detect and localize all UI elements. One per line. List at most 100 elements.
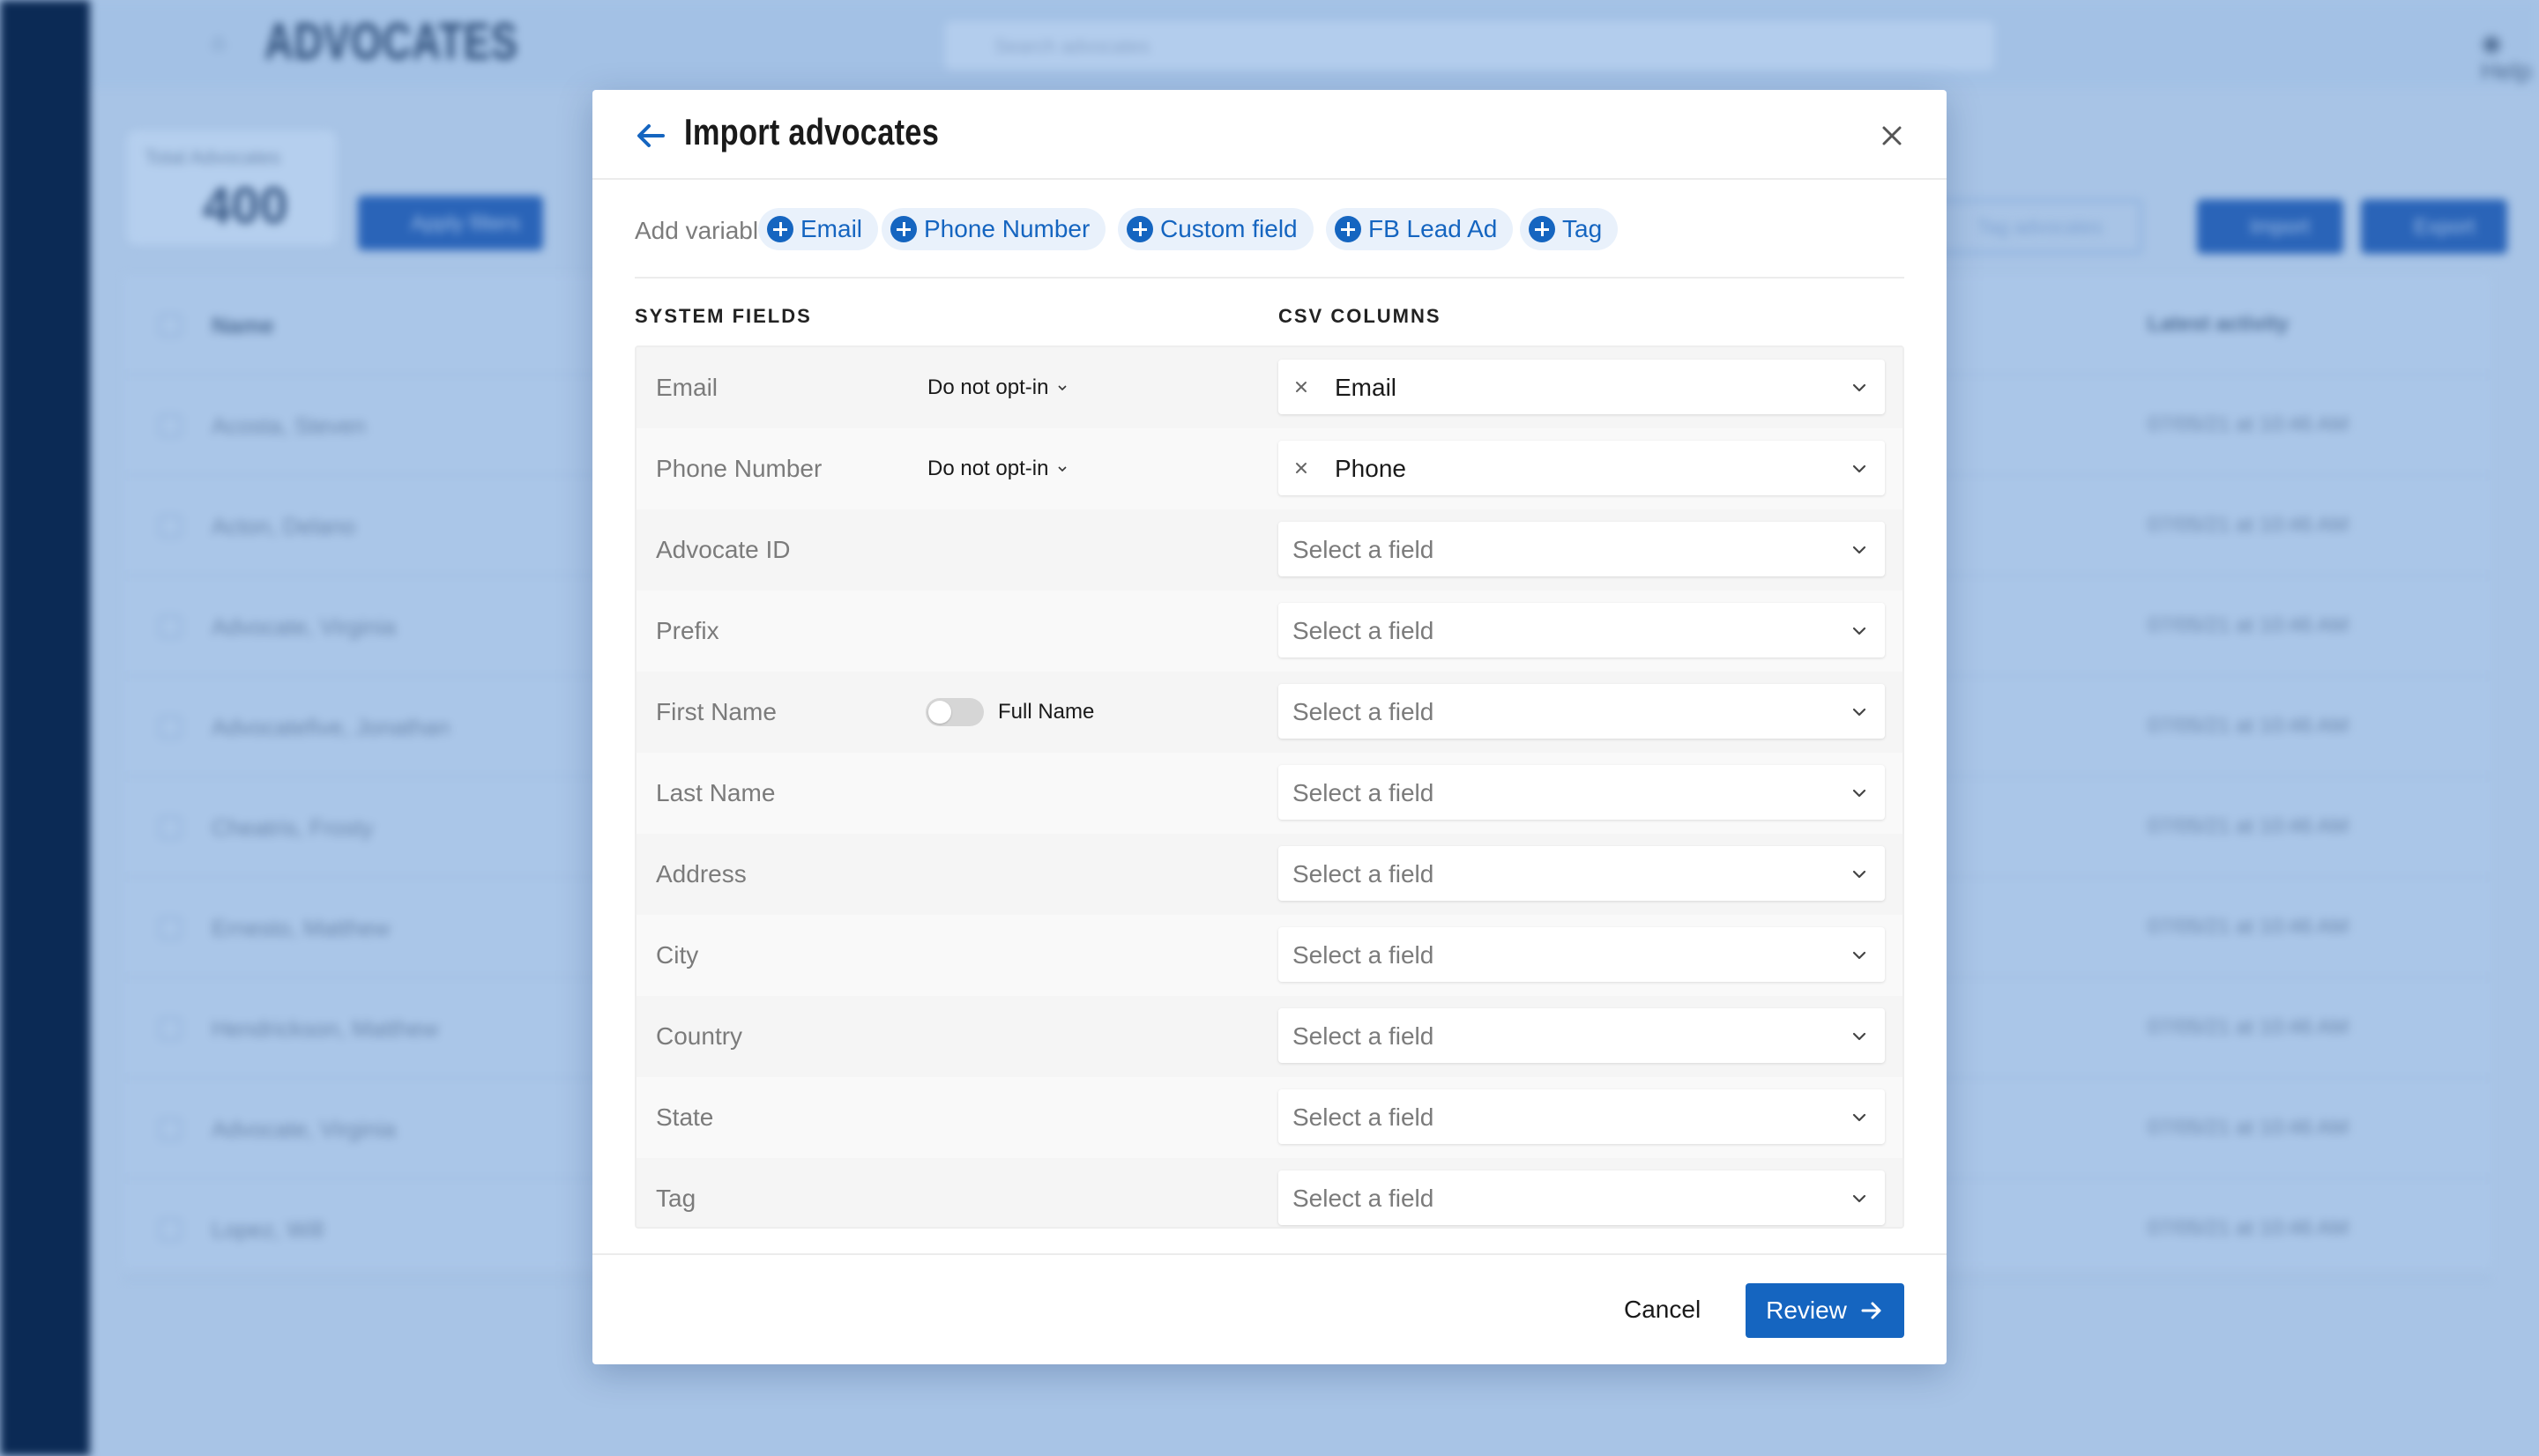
add-custom-field-chip[interactable]: Custom field (1118, 208, 1314, 250)
field-row-last-name: Last Name Select a field (637, 753, 1902, 834)
chevron-down-icon (1058, 466, 1067, 472)
system-field-name: Address (656, 860, 747, 888)
stat-label: Total Advocates (145, 146, 281, 168)
optin-dropdown[interactable]: Do not opt-in (927, 457, 1068, 481)
select-placeholder: Select a field (1292, 1022, 1434, 1050)
latest-activity: 07/05/21 at 10:46 AM (2148, 613, 2349, 637)
csv-column-select[interactable]: Select a field (1278, 684, 1885, 739)
back-arrow-icon[interactable] (631, 116, 670, 155)
select-placeholder: Select a field (1292, 617, 1434, 644)
csv-column-select[interactable]: Select a field (1278, 927, 1885, 982)
add-tag-chip[interactable]: Tag (1520, 208, 1619, 250)
csv-column-select[interactable]: Select a field (1278, 1170, 1885, 1225)
cancel-button[interactable]: Cancel (1624, 1296, 1701, 1324)
close-icon[interactable] (1878, 122, 1906, 150)
field-row-first-name: First Name Full Name Select a field (637, 672, 1902, 753)
chevron-down-icon (1851, 1191, 1867, 1207)
select-placeholder: Select a field (1292, 1103, 1434, 1131)
field-row-prefix: Prefix Select a field (637, 591, 1902, 672)
chevron-down-icon (1851, 785, 1867, 801)
system-field-name: Advocate ID (656, 536, 791, 563)
field-row-country: Country Select a field (637, 996, 1902, 1077)
search-bar: Search advocates (945, 21, 1994, 71)
csv-column-select[interactable]: Select a field (1278, 1008, 1885, 1063)
full-name-label: Full Name (998, 700, 1095, 724)
export-button: Export (2361, 199, 2507, 254)
sidebar (0, 0, 90, 1456)
apply-filters-label: Apply filters (411, 212, 521, 235)
help-label: Help (2481, 57, 2532, 85)
plus-circle-icon (1127, 216, 1153, 242)
chip-label: Tag (1562, 215, 1603, 242)
chevron-down-icon (1851, 704, 1867, 720)
row-checkbox (159, 1017, 182, 1040)
latest-activity: 07/05/21 at 10:46 AM (2148, 814, 2349, 838)
divider (635, 277, 1904, 279)
plus-circle-icon (767, 216, 793, 242)
add-email-chip[interactable]: Email (758, 208, 879, 250)
latest-activity: 07/05/21 at 10:46 AM (2148, 412, 2349, 436)
advocate-name: Cheatris, Frosty (212, 814, 374, 841)
advocate-name: Ernesto, Matthew (212, 915, 391, 941)
csv-column-select[interactable]: Email (1278, 360, 1885, 414)
clear-icon[interactable] (1291, 376, 1312, 397)
chip-label: Email (800, 215, 863, 242)
field-row-advocate-id: Advocate ID Select a field (637, 509, 1902, 591)
csv-column-select[interactable]: Select a field (1278, 603, 1885, 657)
row-checkbox (159, 917, 182, 940)
add-phone-number-chip[interactable]: Phone Number (882, 208, 1106, 250)
system-field-name: Tag (656, 1185, 696, 1212)
chevron-down-icon (1851, 461, 1867, 477)
system-field-name: Phone Number (656, 455, 823, 482)
advocate-name: Advocate, Virginia (212, 613, 397, 640)
latest-activity-header: Latest activity (2148, 312, 2290, 336)
chevron-down-icon (1058, 385, 1067, 391)
review-button[interactable]: Review (1746, 1283, 1904, 1338)
field-row-email: Email Do not opt-in Email (637, 347, 1902, 428)
export-label: Export (2414, 215, 2476, 239)
advocate-name: Lopez, Will (212, 1216, 324, 1243)
plus-circle-icon (890, 216, 917, 242)
advocate-name: Hendrickson, Matthew (212, 1015, 439, 1042)
system-field-name: Country (656, 1022, 743, 1050)
optin-dropdown[interactable]: Do not opt-in (927, 375, 1068, 400)
clear-icon[interactable] (1291, 457, 1312, 479)
chevron-down-icon (1851, 1029, 1867, 1044)
latest-activity: 07/05/21 at 10:46 AM (2148, 915, 2349, 939)
system-field-name: Last Name (656, 779, 776, 806)
row-checkbox (159, 1118, 182, 1140)
add-fb-lead-ad-chip[interactable]: FB Lead Ad (1326, 208, 1514, 250)
field-row-city: City Select a field (637, 915, 1902, 996)
csv-column-select[interactable]: Select a field (1278, 1089, 1885, 1144)
system-fields-header: SYSTEM FIELDS (635, 305, 812, 327)
latest-activity: 07/05/21 at 10:46 AM (2148, 1015, 2349, 1039)
apply-filters-button: Apply filters (358, 196, 543, 250)
row-checkbox (159, 716, 182, 739)
field-row-state: State Select a field (637, 1077, 1902, 1158)
chevron-down-icon (1851, 542, 1867, 558)
name-header: Name (212, 312, 274, 338)
csv-column-select[interactable]: Select a field (1278, 522, 1885, 576)
latest-activity: 07/05/21 at 10:46 AM (2148, 1216, 2349, 1240)
top-bar: ⌂ ADVOCATES Search advocates ◉ Help (90, 0, 2539, 88)
full-name-toggle[interactable] (926, 698, 984, 726)
csv-column-select[interactable]: Select a field (1278, 765, 1885, 820)
review-label: Review (1766, 1296, 1847, 1324)
system-field-name: City (656, 941, 699, 969)
modal-header: Import advocates (592, 90, 1947, 180)
plus-circle-icon (1335, 216, 1361, 242)
modal-title: Import advocates (684, 111, 940, 152)
field-row-address: Address Select a field (637, 834, 1902, 915)
arrow-right-icon (1861, 1302, 1881, 1319)
import-button: Import (2197, 199, 2343, 254)
plus-circle-icon (1529, 216, 1555, 242)
field-row-phone-number: Phone Number Do not opt-in Phone (637, 428, 1902, 509)
optin-label: Do not opt-in (927, 375, 1049, 399)
csv-column-select[interactable]: Select a field (1278, 846, 1885, 901)
csv-column-select[interactable]: Phone (1278, 441, 1885, 495)
row-checkbox (159, 414, 182, 437)
row-checkbox (159, 615, 182, 638)
chip-label: Custom field (1160, 215, 1298, 242)
select-placeholder: Select a field (1292, 779, 1434, 806)
selected-column: Phone (1335, 455, 1406, 482)
